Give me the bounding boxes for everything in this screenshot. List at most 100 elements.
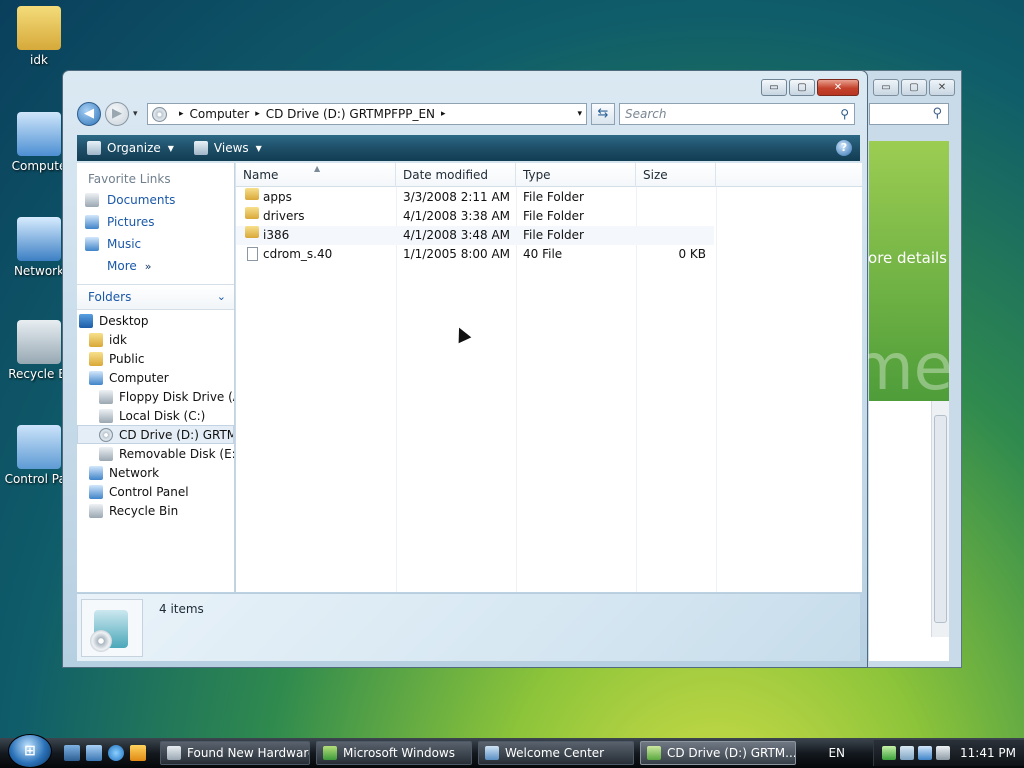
column-header-label: Name: [243, 168, 279, 182]
breadcrumb-separator[interactable]: ▸: [441, 109, 446, 119]
welcome-banner: ore details me: [851, 141, 953, 405]
favorite-link-label: Documents: [107, 193, 176, 207]
search-input[interactable]: Search ⚲: [619, 103, 855, 125]
folders-header[interactable]: Folders ⌄: [77, 284, 234, 310]
desktop-icon: [79, 313, 93, 328]
tree-item-desktop[interactable]: Desktop: [77, 311, 234, 330]
music-icon: [85, 237, 99, 251]
tree-item-local-disk[interactable]: Local Disk (C:): [77, 406, 234, 425]
forward-button[interactable]: ▶: [105, 102, 129, 126]
system-tray: EN 11:41 PM: [828, 738, 1024, 768]
taskbar-button-cd-drive[interactable]: CD Drive (D:) GRTM...: [640, 741, 796, 765]
tree-item-public[interactable]: Public: [77, 349, 234, 368]
sort-arrow-icon: ▲: [314, 164, 321, 173]
address-dropdown[interactable]: ▾: [577, 109, 582, 119]
network-icon: [89, 465, 103, 480]
tree-item-control-panel[interactable]: Control Panel: [77, 482, 234, 501]
tree-item-label: Public: [109, 351, 145, 366]
favorite-links-more[interactable]: More »: [77, 255, 234, 277]
scrollbar-thumb[interactable]: [934, 415, 947, 623]
file-date: 4/1/2008 3:48 AM: [403, 228, 511, 242]
desktop-icon-idk[interactable]: idk: [2, 6, 76, 67]
start-button[interactable]: ⊞: [8, 734, 52, 768]
pictures-icon: [85, 215, 99, 229]
quick-launch: [64, 745, 146, 761]
column-header-size[interactable]: Size: [636, 163, 716, 187]
favorite-link-music[interactable]: Music: [77, 233, 234, 255]
volume-icon[interactable]: [936, 746, 950, 760]
help-button[interactable]: ?: [836, 140, 852, 156]
command-bar: Organize ▼ Views ▼ ?: [77, 135, 860, 161]
views-button[interactable]: Views ▼: [184, 135, 272, 161]
internet-explorer-icon[interactable]: [108, 745, 124, 761]
security-icon[interactable]: [882, 746, 896, 760]
taskbar-button-found-new-hardware[interactable]: Found New Hardware: [160, 741, 310, 765]
file-date: 1/1/2005 8:00 AM: [403, 247, 511, 261]
back-button[interactable]: ◀: [77, 102, 101, 126]
column-header-label: Date modified: [403, 168, 489, 182]
column-header-name[interactable]: Name ▲: [236, 163, 396, 187]
column-header-date[interactable]: Date modified: [396, 163, 516, 187]
tree-item-recycle-bin[interactable]: Recycle Bin: [77, 501, 234, 520]
taskbar-button-label: CD Drive (D:) GRTM...: [667, 746, 796, 760]
tree-item-floppy-drive[interactable]: Floppy Disk Drive (A:): [77, 387, 234, 406]
column-header-type[interactable]: Type: [516, 163, 636, 187]
tree-item-label: Network: [109, 465, 160, 480]
views-icon: [193, 141, 208, 155]
maximize-button[interactable]: ▢: [789, 79, 815, 96]
search-placeholder: Search: [625, 107, 667, 121]
clock[interactable]: 11:41 PM: [960, 746, 1016, 760]
file-date: 4/1/2008 3:38 AM: [403, 209, 511, 223]
background-search-box[interactable]: ⚲: [869, 103, 949, 125]
network-status-icon[interactable]: [918, 746, 932, 760]
favorite-link-documents[interactable]: Documents: [77, 189, 234, 211]
tree-item-removable-disk[interactable]: Removable Disk (E:): [77, 444, 234, 463]
address-bar[interactable]: ▸ Computer ▸ CD Drive (D:) GRTMPFPP_EN ▸…: [147, 103, 587, 125]
file-row-cdrom[interactable]: cdrom_s.40 1/1/2005 8:00 AM 40 File 0 KB: [236, 245, 714, 264]
tree-item-cd-drive[interactable]: CD Drive (D:) GRTMPF: [77, 425, 234, 444]
recent-pages-dropdown[interactable]: ▾: [133, 109, 143, 119]
switch-windows-icon[interactable]: [86, 745, 102, 761]
background-window[interactable]: ▭ ▢ ✕ ⚲ ore details me: [851, 70, 962, 668]
media-player-icon[interactable]: [130, 745, 146, 761]
taskbar-button-label: Found New Hardware: [187, 746, 310, 760]
more-details-link[interactable]: ore details: [868, 249, 947, 267]
breadcrumb-computer[interactable]: Computer: [190, 107, 250, 121]
views-label: Views: [213, 141, 249, 155]
column-header-label: Type: [523, 168, 551, 182]
taskbar-button-microsoft-windows[interactable]: Microsoft Windows: [316, 741, 472, 765]
minimize-button[interactable]: ▭: [761, 79, 787, 96]
hardware-icon: [167, 746, 181, 760]
file-row-apps[interactable]: apps 3/3/2008 2:11 AM File Folder: [236, 188, 714, 207]
breadcrumb-separator[interactable]: ▸: [255, 109, 260, 119]
language-indicator[interactable]: EN: [828, 746, 873, 760]
refresh-button[interactable]: ⇆: [591, 103, 615, 125]
tree-item-idk[interactable]: idk: [77, 330, 234, 349]
device-icon[interactable]: [900, 746, 914, 760]
organize-label: Organize: [107, 141, 161, 155]
search-icon: ⚲: [932, 106, 942, 121]
taskbar-button-label: Welcome Center: [505, 746, 605, 760]
tree-item-label: Removable Disk (E:): [119, 446, 234, 461]
organize-button[interactable]: Organize ▼: [77, 135, 184, 161]
file-list[interactable]: Name ▲ Date modified Type Size apps 3/3/…: [236, 163, 862, 592]
maximize-button[interactable]: ▢: [901, 79, 927, 96]
breadcrumb-separator[interactable]: ▸: [179, 109, 184, 119]
breadcrumb-cd-drive[interactable]: CD Drive (D:) GRTMPFPP_EN: [266, 107, 435, 121]
favorite-link-pictures[interactable]: Pictures: [77, 211, 234, 233]
file-row-drivers[interactable]: drivers 4/1/2008 3:38 AM File Folder: [236, 207, 714, 226]
show-desktop-icon[interactable]: [64, 745, 80, 761]
explorer-window[interactable]: ▭ ▢ ✕ ◀ ▶ ▾ ▸ Computer ▸ CD Drive (D:) G…: [62, 70, 868, 668]
taskbar-button-welcome-center[interactable]: Welcome Center: [478, 741, 634, 765]
search-icon[interactable]: ⚲: [840, 104, 849, 124]
minimize-button[interactable]: ▭: [873, 79, 899, 96]
favorite-link-label: Pictures: [107, 215, 155, 229]
tree-item-network[interactable]: Network: [77, 463, 234, 482]
close-button[interactable]: ✕: [929, 79, 955, 96]
file-row-i386[interactable]: i386 4/1/2008 3:48 AM File Folder: [236, 226, 714, 245]
scrollbar[interactable]: [931, 401, 949, 637]
window-controls: ▭ ▢ ✕: [761, 79, 859, 96]
address-row: ◀ ▶ ▾ ▸ Computer ▸ CD Drive (D:) GRTMPFP…: [77, 101, 859, 127]
close-button[interactable]: ✕: [817, 79, 859, 96]
tree-item-computer[interactable]: Computer: [77, 368, 234, 387]
